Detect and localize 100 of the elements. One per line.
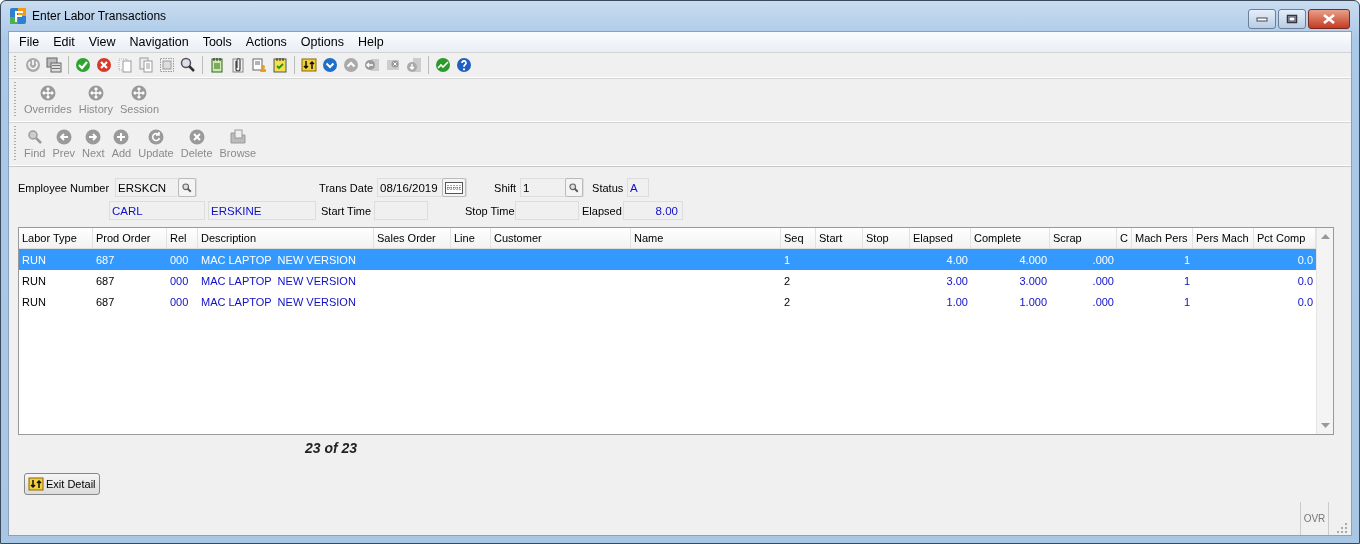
select-icon[interactable]: [159, 57, 175, 73]
table-cell-text: 000: [169, 295, 190, 308]
exit-detail-button[interactable]: Exit Detail: [24, 473, 100, 495]
notepad-icon[interactable]: [209, 57, 225, 73]
menu-item[interactable]: Help: [350, 35, 391, 49]
chart-icon[interactable]: [435, 57, 451, 73]
plus-icon: [113, 129, 130, 145]
column-header[interactable]: Rel: [167, 228, 198, 248]
column-header[interactable]: Prod Order: [93, 228, 167, 248]
field-label: Status: [592, 181, 625, 194]
power-icon[interactable]: [25, 57, 41, 73]
field-label: Start Time: [321, 204, 373, 217]
menu-item[interactable]: Actions: [238, 35, 294, 49]
refresh-icon: [147, 129, 164, 145]
table-cell-text: 687: [95, 295, 116, 308]
help-icon[interactable]: [456, 57, 472, 73]
arrow-right-icon: [85, 129, 102, 145]
arrow-down-icon[interactable]: [406, 57, 422, 73]
table-cell-text: 2: [783, 274, 792, 287]
column-header[interactable]: C: [1117, 228, 1132, 248]
input-field[interactable]: 8.00: [623, 201, 683, 220]
transfer-icon[interactable]: [301, 57, 317, 73]
column-header[interactable]: Labor Type: [19, 228, 93, 248]
table-row[interactable]: RUN 687 000 MAC LAPTOP NEW VERSION 2 3.00 3.000 .000 1 0.0: [19, 270, 1316, 291]
status-indicator: OVR: [1300, 502, 1329, 535]
table-cell-text: 0.0: [1296, 295, 1314, 308]
column-header[interactable]: Scrap: [1050, 228, 1117, 248]
field-label: Shift: [494, 181, 518, 194]
lookup-button[interactable]: [565, 178, 584, 197]
column-header[interactable]: Complete: [971, 228, 1050, 248]
check-icon[interactable]: [75, 57, 91, 73]
table-cell-text: MAC LAPTOP NEW VERSION: [200, 274, 357, 287]
search-icon: [182, 182, 193, 193]
column-header[interactable]: Elapsed: [910, 228, 971, 248]
move-icon: [39, 85, 56, 101]
input-field[interactable]: A: [627, 178, 650, 197]
table-cell-text: RUN: [21, 295, 47, 308]
menu-item[interactable]: File: [12, 35, 47, 49]
table-cell-text: 3.000: [1018, 274, 1048, 287]
calendar-button[interactable]: [442, 178, 467, 197]
menu-item[interactable]: View: [81, 35, 123, 49]
column-header[interactable]: Sales Order: [374, 228, 451, 248]
table-cell-text: .000: [1091, 295, 1115, 308]
menu-item[interactable]: Navigation: [122, 35, 196, 49]
table-cell-text: 3.00: [945, 274, 969, 287]
scroll-up-icon[interactable]: [1320, 234, 1330, 239]
move-icon: [87, 85, 104, 101]
field-label: Elapsed: [582, 204, 623, 217]
column-header[interactable]: Pers Mach: [1193, 228, 1254, 248]
lookup-button[interactable]: [178, 178, 197, 197]
paste-icon[interactable]: [138, 57, 154, 73]
menu-item[interactable]: Tools: [195, 35, 239, 49]
table-cell-text: 1: [1182, 253, 1191, 266]
windows-icon[interactable]: [46, 57, 62, 73]
column-header[interactable]: Seq: [781, 228, 816, 248]
list-remove-icon[interactable]: [385, 57, 401, 73]
chevron-down-icon[interactable]: [322, 57, 338, 73]
menu-item[interactable]: Edit: [46, 35, 82, 49]
resize-grip-icon[interactable]: [1337, 523, 1347, 533]
column-header[interactable]: Start: [816, 228, 863, 248]
calendar-icon: [445, 181, 464, 194]
column-header[interactable]: Line: [451, 228, 491, 248]
table-cell-text: .000: [1091, 253, 1115, 266]
scroll-down-icon[interactable]: [1320, 423, 1330, 428]
column-header[interactable]: Customer: [491, 228, 631, 248]
document-person-icon[interactable]: [251, 57, 267, 73]
column-header[interactable]: Description: [198, 228, 374, 248]
menu-item[interactable]: Options: [293, 35, 351, 49]
table-cell-text: 687: [95, 274, 116, 287]
table-cell-text: RUN: [21, 274, 47, 287]
arrow-left-icon: [55, 129, 72, 145]
table-cell-text: .000: [1091, 274, 1115, 287]
column-header[interactable]: Stop: [863, 228, 910, 248]
column-header[interactable]: Name: [631, 228, 781, 248]
scrollbar[interactable]: [1316, 228, 1333, 434]
paperclip-icon[interactable]: [230, 57, 246, 73]
move-icon: [131, 85, 148, 101]
checklist-icon[interactable]: [272, 57, 288, 73]
table-cell-text: RUN: [21, 253, 47, 266]
close-button[interactable]: [1308, 9, 1350, 29]
field-label: Trans Date: [319, 181, 375, 194]
search-icon: [569, 182, 580, 193]
table-cell-text: 1.000: [1018, 295, 1048, 308]
table-cell-text: MAC LAPTOP NEW VERSION: [200, 253, 357, 266]
table-cell-text: 4.000: [1018, 253, 1048, 266]
table-row[interactable]: RUN 687 000 MAC LAPTOP NEW VERSION 2 1.00 1.000 .000 1 0.0: [19, 291, 1316, 312]
field-label: Employee Number: [18, 181, 110, 194]
delete-icon: [188, 129, 205, 145]
chevron-up-icon[interactable]: [343, 57, 359, 73]
zoom-icon[interactable]: [180, 57, 196, 73]
input-field[interactable]: ERSKINE: [208, 201, 316, 220]
column-header[interactable]: Mach Pers: [1132, 228, 1193, 248]
cancel-icon[interactable]: [96, 57, 112, 73]
maximize-icon: [1286, 14, 1298, 24]
minimize-icon: [1256, 16, 1268, 22]
window-title: Enter Labor Transactions: [32, 9, 167, 23]
input-field[interactable]: CARL: [109, 201, 205, 220]
maximize-button[interactable]: [1278, 9, 1306, 29]
arrow-left-icon[interactable]: [364, 57, 380, 73]
table-cell-text: 2: [783, 295, 792, 308]
